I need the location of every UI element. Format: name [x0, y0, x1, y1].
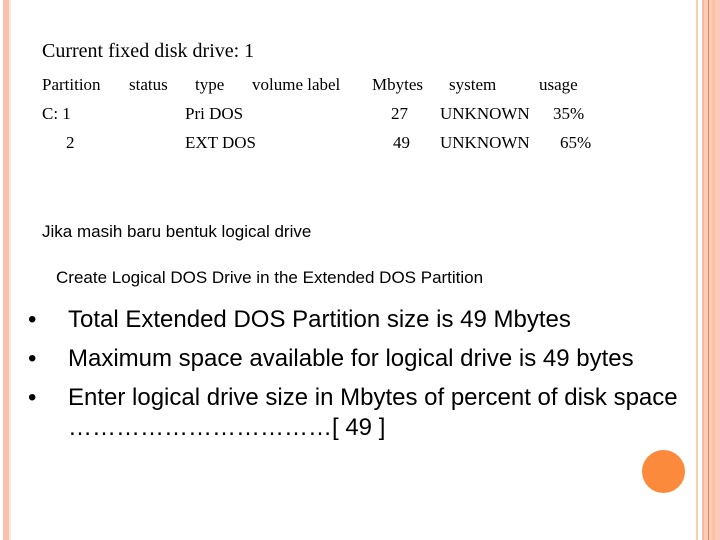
bullet-icon: • [28, 345, 37, 372]
header-partition: Partition [42, 75, 101, 94]
left-stripe-edge [9, 0, 11, 540]
cell-usage: 65% [560, 133, 592, 152]
header-type: type [195, 75, 225, 94]
list-item: • Total Extended DOS Partition size is 4… [28, 305, 708, 335]
right-border-light-line [712, 0, 715, 540]
bullet-icon: • [28, 384, 37, 411]
list-item: • Enter logical drive size in Mbytes of … [28, 383, 708, 443]
header-usage: usage [539, 75, 578, 94]
section-subtitle: Create Logical DOS Drive in the Extended… [56, 268, 484, 287]
cell-mbytes: 27 [391, 104, 408, 123]
orange-circle-decoration [642, 450, 685, 493]
header-mbytes: Mbytes [372, 75, 423, 94]
cell-type: EXT DOS [185, 133, 256, 152]
disk-drive-heading: Current fixed disk drive: 1 [42, 40, 255, 62]
cell-partition: 2 [66, 133, 75, 152]
right-border-line [702, 0, 704, 540]
header-volume-label: volume label [252, 75, 341, 94]
cell-usage: 35% [553, 104, 585, 123]
instruction-note: Jika masih baru bentuk logical drive [42, 222, 312, 241]
right-border-dark-line [708, 0, 709, 540]
cell-mbytes: 49 [393, 133, 410, 152]
bullet-text: Total Extended DOS Partition size is 49 … [68, 306, 571, 333]
bullet-text: Enter logical drive size in Mbytes of pe… [68, 384, 678, 441]
list-item: • Maximum space available for logical dr… [28, 344, 708, 374]
header-system: system [449, 75, 497, 94]
bullet-text: Maximum space available for logical driv… [68, 345, 634, 372]
header-status: status [129, 75, 168, 94]
cell-system: UNKNOWN [440, 133, 530, 152]
cell-partition: C: 1 [42, 104, 71, 123]
bullet-icon: • [28, 306, 37, 333]
cell-type: Pri DOS [185, 104, 244, 123]
cell-system: UNKNOWN [440, 104, 530, 123]
bullet-list: • Total Extended DOS Partition size is 4… [28, 305, 708, 452]
